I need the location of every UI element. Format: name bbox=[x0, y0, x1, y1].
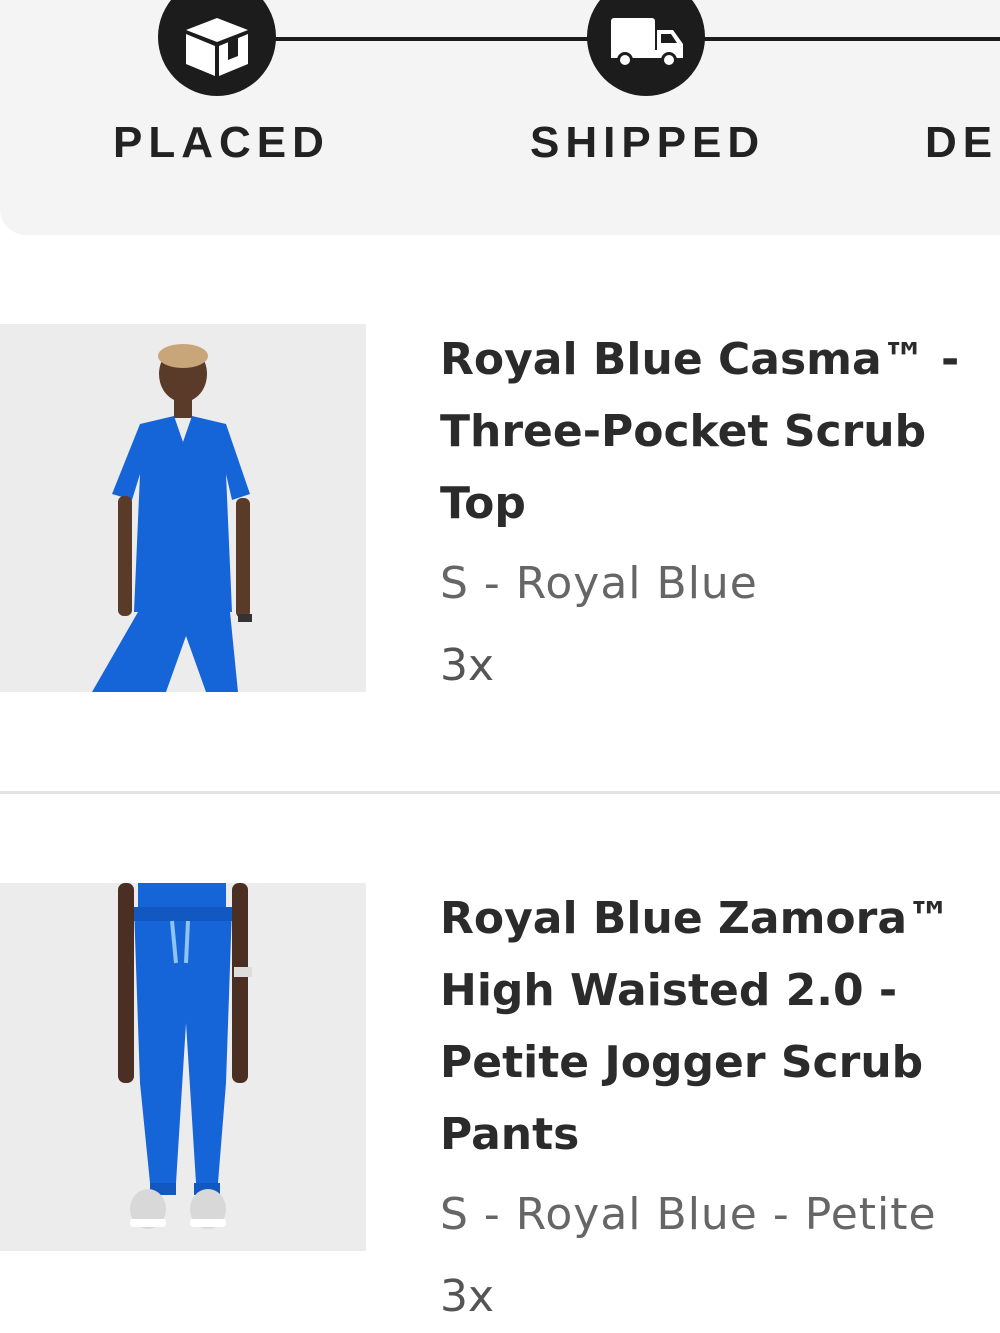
order-tracker: PLACED SHIPPED DE bbox=[0, 0, 1000, 235]
product-image[interactable] bbox=[0, 324, 366, 692]
jogger-pants-photo bbox=[0, 883, 366, 1251]
product-title-line: High Waisted 2.0 - bbox=[440, 965, 898, 1016]
product-title-line: Top bbox=[440, 478, 526, 529]
tracker-line-placed-shipped bbox=[250, 37, 610, 41]
product-title-line: Royal Blue Casma™ - bbox=[440, 334, 960, 385]
tracker-line-shipped-delivered bbox=[680, 37, 1000, 41]
scrub-top-photo bbox=[0, 324, 366, 692]
product-quantity: 3x bbox=[440, 640, 495, 691]
product-title[interactable]: Royal Blue Casma™ - Three-Pocket Scrub T… bbox=[440, 324, 985, 540]
product-title-line: Three-Pocket Scrub bbox=[440, 406, 927, 457]
product-title[interactable]: Royal Blue Zamora™ High Waisted 2.0 - Pe… bbox=[440, 883, 985, 1171]
step-placed-circle bbox=[158, 0, 276, 96]
product-title-line: Petite Jogger Scrub bbox=[440, 1037, 924, 1088]
product-image[interactable] bbox=[0, 883, 366, 1251]
product-title-line: Royal Blue Zamora™ bbox=[440, 893, 952, 944]
product-variant: S - Royal Blue - Petite bbox=[440, 1189, 937, 1240]
product-variant: S - Royal Blue bbox=[440, 558, 758, 609]
item-divider bbox=[0, 791, 1000, 794]
order-status-page: PLACED SHIPPED DE Royal Blue Casma™ - Th… bbox=[0, 0, 1000, 1333]
step-shipped-label: SHIPPED bbox=[530, 118, 766, 167]
product-quantity: 3x bbox=[440, 1271, 495, 1322]
box-icon bbox=[186, 18, 248, 76]
product-title-line: Pants bbox=[440, 1109, 580, 1160]
step-delivered-label: DE bbox=[925, 118, 999, 167]
step-shipped-circle bbox=[587, 0, 705, 96]
step-placed-label: PLACED bbox=[113, 118, 330, 167]
truck-icon bbox=[611, 18, 683, 68]
